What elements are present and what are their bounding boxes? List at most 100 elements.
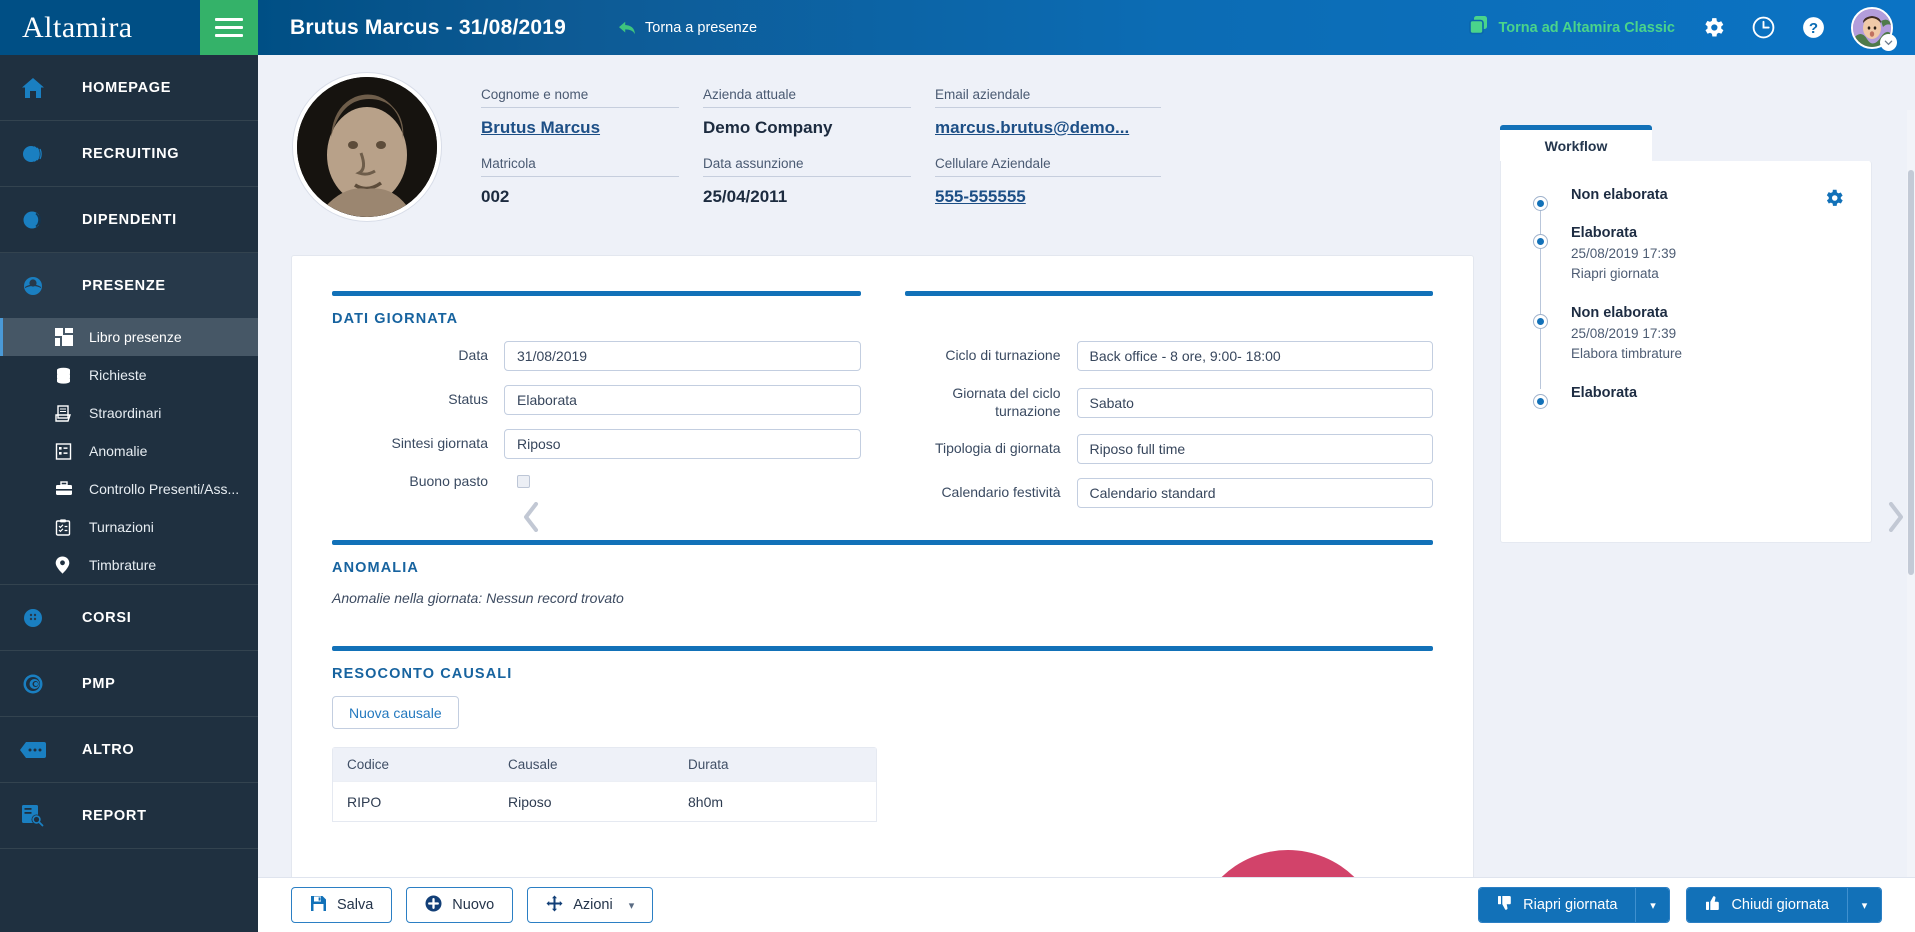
- data-input[interactable]: 31/08/2019: [504, 341, 861, 371]
- tipologia-giornata-input[interactable]: Riposo full time: [1076, 434, 1433, 464]
- sidebar-item-timbrature[interactable]: Timbrature: [0, 546, 258, 584]
- field-label: Data assunzione: [703, 156, 911, 177]
- pin-icon: [55, 556, 83, 574]
- sidebar-item-straordinari[interactable]: Straordinari: [0, 394, 258, 432]
- close-day-split-button[interactable]: Chiudi giornata ▾: [1686, 887, 1882, 923]
- dati-giornata-right-column: . Ciclo di turnazione Back office - 8 or…: [883, 291, 1433, 522]
- scrollbar-thumb[interactable]: [1908, 170, 1914, 575]
- sidebar-label: HOMEPAGE: [82, 79, 172, 96]
- save-button-label: Salva: [337, 897, 374, 913]
- field-value[interactable]: Brutus Marcus: [481, 108, 679, 138]
- field-label: Ciclo di turnazione: [945, 347, 1061, 364]
- ciclo-turnazione-input[interactable]: Back office - 8 ore, 9:00- 18:00: [1076, 341, 1433, 371]
- field-label: Cellulare Aziendale: [935, 156, 1161, 177]
- close-day-dropdown-toggle[interactable]: ▾: [1847, 888, 1881, 922]
- workflow-body: Non elaborata Elaborata 25/08/2019 17:39…: [1500, 161, 1872, 543]
- field-row-tipologia-giornata: Tipologia di giornata Riposo full time: [905, 434, 1433, 464]
- reopen-day-dropdown-toggle[interactable]: ▾: [1635, 888, 1670, 922]
- gear-icon[interactable]: [1701, 15, 1727, 41]
- sidebar-label: DIPENDENTI: [82, 211, 177, 228]
- field-value: Demo Company: [703, 118, 833, 137]
- sintesi-giornata-input[interactable]: Riposo: [504, 429, 861, 459]
- field-cognome-nome: Cognome e nome Brutus Marcus: [481, 87, 703, 138]
- sidebar: HOMEPAGE RECRUITING DIPENDENTI PRESENZE: [0, 55, 258, 932]
- workflow-step: Elaborata: [1533, 385, 1847, 410]
- chevron-down-icon[interactable]: [1880, 33, 1897, 51]
- avatar[interactable]: [1851, 6, 1897, 51]
- field-label: Buono pasto: [409, 473, 488, 489]
- top-bar: Altamira Brutus Marcus - 31/08/2019 Torn…: [0, 0, 1915, 55]
- field-row-sintesi-giornata: Sintesi giornata Riposo: [332, 429, 861, 459]
- workflow-step: Non elaborata: [1533, 187, 1847, 211]
- workflow-step: Elaborata 25/08/2019 17:39 Riapri giorna…: [1533, 225, 1847, 283]
- timeline-dot-icon: [1533, 234, 1548, 249]
- employee-photo: [293, 73, 441, 221]
- giornata-ciclo-input[interactable]: Sabato: [1076, 387, 1433, 418]
- sidebar-item-libro-presenze[interactable]: Libro presenze: [0, 318, 258, 356]
- clipboard-icon: [55, 518, 83, 536]
- dati-giornata-section: DATI GIORNATA Data 31/08/2019 Status Ela…: [292, 256, 1473, 522]
- sidebar-item-controllo-presenti[interactable]: Controllo Presenti/Ass...: [0, 470, 258, 508]
- sidebar-item-presenze[interactable]: PRESENZE: [0, 253, 258, 318]
- causali-table: Codice Causale Durata RIPO Riposo 8h0m: [332, 747, 877, 822]
- sidebar-group-presenze: PRESENZE Libro presenze Richieste Straor…: [0, 253, 258, 585]
- pmp-icon: [20, 671, 62, 697]
- section-divider: [332, 540, 1433, 545]
- sidebar-item-recruiting[interactable]: RECRUITING: [0, 121, 258, 186]
- sidebar-label: REPORT: [82, 807, 147, 824]
- sidebar-item-richieste[interactable]: Richieste: [0, 356, 258, 394]
- hamburger-icon[interactable]: [200, 0, 258, 55]
- scrollbar-track[interactable]: [1907, 110, 1915, 877]
- workflow-action: Riapri giornata: [1571, 265, 1659, 281]
- back-to-attendance-link[interactable]: Torna a presenze: [618, 20, 757, 36]
- svg-text:?: ?: [1809, 20, 1818, 37]
- list-card-icon: [55, 442, 83, 460]
- buono-pasto-checkbox[interactable]: [517, 475, 530, 489]
- reopen-day-button[interactable]: Riapri giornata: [1479, 888, 1636, 922]
- field-data-assunzione: Data assunzione 25/04/2011: [703, 156, 935, 207]
- sidebar-item-pmp[interactable]: PMP: [0, 651, 258, 716]
- brand-logo[interactable]: Altamira: [0, 0, 200, 55]
- calendario-festivita-input[interactable]: Calendario standard: [1076, 478, 1433, 508]
- resoconto-causali-section: RESOCONTO CAUSALI Nuova causale Codice C…: [292, 646, 1473, 822]
- sidebar-sub-label: Timbrature: [89, 557, 157, 573]
- altamira-classic-link[interactable]: Torna ad Altamira Classic: [1468, 15, 1675, 40]
- field-cellulare-aziendale: Cellulare Aziendale 555-555555: [935, 156, 1185, 207]
- sidebar-item-anomalie[interactable]: Anomalie: [0, 432, 258, 470]
- clock-icon[interactable]: [1751, 15, 1777, 41]
- field-value[interactable]: marcus.brutus@demo...: [935, 108, 1161, 138]
- actions-button-label: Azioni: [573, 897, 613, 913]
- new-button[interactable]: Nuovo: [406, 887, 514, 923]
- sidebar-item-report[interactable]: REPORT: [0, 783, 258, 848]
- save-button[interactable]: Salva: [291, 887, 393, 923]
- actions-button[interactable]: Azioni ▾: [527, 887, 654, 923]
- sidebar-sub-label: Straordinari: [89, 405, 162, 421]
- question-mark-icon[interactable]: ?: [1801, 15, 1827, 41]
- field-label: Azienda attuale: [703, 87, 911, 108]
- next-day-arrow[interactable]: [1885, 500, 1907, 534]
- sidebar-item-dipendenti[interactable]: DIPENDENTI: [0, 187, 258, 252]
- status-input[interactable]: Elaborata: [504, 385, 861, 415]
- timeline-dot-icon: [1533, 314, 1548, 330]
- sidebar-group-recruiting: RECRUITING: [0, 121, 258, 187]
- sidebar-item-corsi[interactable]: CORSI: [0, 585, 258, 650]
- main-content: Cognome e nome Brutus Marcus Azienda att…: [258, 55, 1915, 877]
- reopen-day-label: Riapri giornata: [1523, 897, 1618, 913]
- day-detail-card: DATI GIORNATA Data 31/08/2019 Status Ela…: [291, 255, 1474, 877]
- save-icon: [310, 895, 327, 916]
- thumbs-up-icon: [1705, 895, 1721, 915]
- sidebar-item-homepage[interactable]: HOMEPAGE: [0, 55, 258, 120]
- table-row[interactable]: RIPO Riposo 8h0m: [333, 781, 876, 821]
- nuova-causale-button[interactable]: Nuova causale: [332, 696, 459, 729]
- field-value[interactable]: 555-555555: [935, 177, 1161, 207]
- sidebar-item-altro[interactable]: ALTRO: [0, 717, 258, 782]
- close-day-button[interactable]: Chiudi giornata: [1687, 888, 1847, 922]
- reopen-day-split-button[interactable]: Riapri giornata ▾: [1478, 887, 1671, 923]
- tab-workflow[interactable]: Workflow: [1500, 125, 1652, 161]
- cell-codice: RIPO: [347, 793, 382, 810]
- cell-causale: Riposo: [508, 793, 552, 810]
- sidebar-item-turnazioni[interactable]: Turnazioni: [0, 508, 258, 546]
- previous-day-arrow[interactable]: [520, 500, 542, 534]
- recruiting-icon: [20, 141, 62, 167]
- field-label: Sintesi giornata: [391, 435, 488, 452]
